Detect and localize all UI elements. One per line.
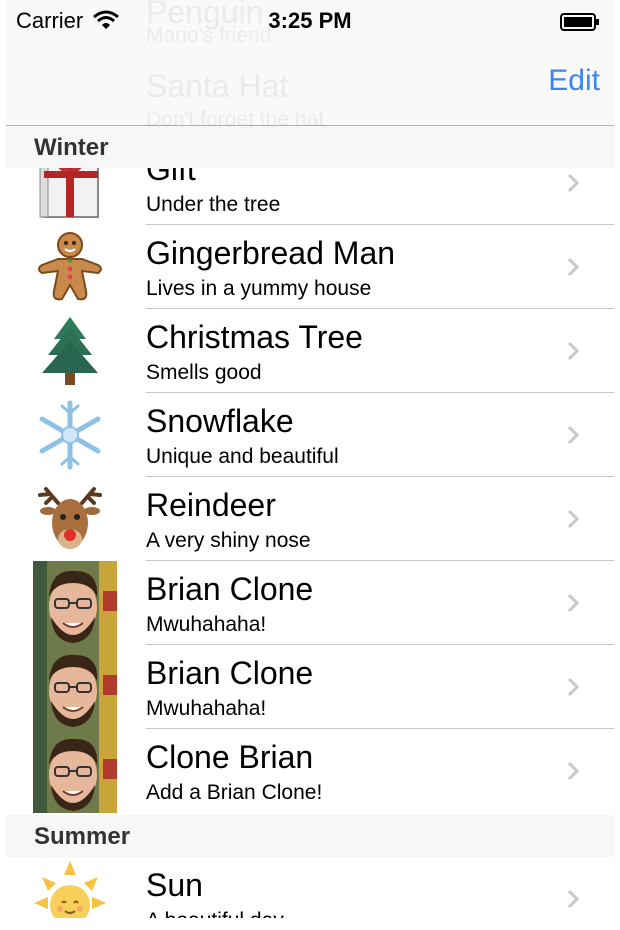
table-row-clone-brian[interactable]: Clone Brian Add a Brian Clone! — [6, 729, 614, 813]
edit-button[interactable]: Edit — [548, 64, 600, 98]
reindeer-icon — [32, 481, 108, 557]
chevron-right-icon — [567, 509, 580, 529]
ghost-row-title: Santa Hat — [146, 68, 289, 104]
chevron-right-icon — [567, 173, 580, 193]
status-bar: Carrier 3:25 PM — [6, 0, 614, 42]
row-title: Brian Clone — [146, 571, 314, 607]
chevron-right-icon — [567, 889, 580, 909]
row-subtitle: Under the tree — [146, 193, 281, 216]
christmas-tree-icon — [32, 313, 108, 389]
table-row-brian-clone[interactable]: Brian Clone Mwuhahaha! — [6, 561, 614, 645]
chevron-right-icon — [567, 425, 580, 445]
brian-photo — [33, 561, 117, 645]
battery-icon — [560, 13, 599, 31]
table-row-sun[interactable]: Sun A beautiful day — [6, 857, 614, 918]
row-subtitle: Lives in a yummy house — [146, 277, 372, 300]
chevron-right-icon — [567, 257, 580, 277]
table-row-christmas-tree[interactable]: Christmas Tree Smells good — [6, 309, 614, 393]
section-header-winter: Winter — [6, 126, 614, 168]
table-row-reindeer[interactable]: Reindeer A very shiny nose — [6, 477, 614, 561]
status-time: 3:25 PM — [268, 8, 352, 33]
section-header-label: Summer — [34, 823, 131, 850]
row-subtitle: A beautiful day — [146, 909, 284, 918]
row-subtitle: Unique and beautiful — [146, 445, 339, 468]
row-subtitle: Add a Brian Clone! — [146, 781, 323, 804]
app-screen: Gift Under the tree Gingerbread Man Live… — [6, 0, 614, 918]
chevron-right-icon — [567, 677, 580, 697]
row-title: Reindeer — [146, 487, 276, 523]
section-header-label: Winter — [34, 134, 109, 161]
sun-icon — [32, 861, 108, 918]
row-title: Clone Brian — [146, 739, 314, 775]
snowflake-icon — [32, 397, 108, 473]
gingerbread-man-icon — [32, 229, 108, 305]
chevron-right-icon — [567, 761, 580, 781]
brian-photo — [33, 645, 117, 729]
chevron-right-icon — [567, 593, 580, 613]
row-subtitle: Mwuhahaha! — [146, 697, 267, 720]
row-subtitle: Mwuhahaha! — [146, 613, 267, 636]
brian-photo — [33, 729, 117, 813]
row-title: Brian Clone — [146, 655, 314, 691]
row-title: Snowflake — [146, 403, 294, 439]
row-title: Gingerbread Man — [146, 235, 396, 271]
table-row-snowflake[interactable]: Snowflake Unique and beautiful — [6, 393, 614, 477]
row-subtitle: A very shiny nose — [146, 529, 311, 552]
chevron-right-icon — [567, 341, 580, 361]
table-row-gingerbread-man[interactable]: Gingerbread Man Lives in a yummy house — [6, 225, 614, 309]
row-title: Christmas Tree — [146, 319, 363, 355]
row-title: Sun — [146, 867, 203, 903]
section-header-summer: Summer — [6, 815, 614, 857]
table-row-brian-clone[interactable]: Brian Clone Mwuhahaha! — [6, 645, 614, 729]
navigation-bar: Penguin Mario's friend Santa Hat Don't f… — [6, 0, 614, 131]
row-subtitle: Smells good — [146, 361, 262, 384]
